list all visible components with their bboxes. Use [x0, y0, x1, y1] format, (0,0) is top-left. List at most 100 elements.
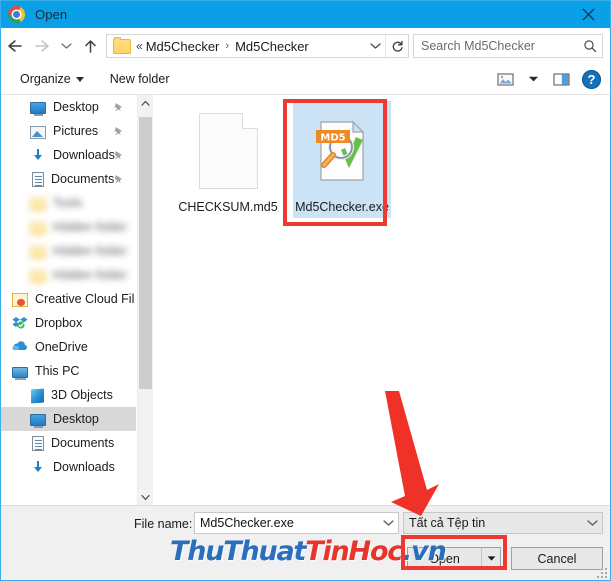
- sidebar-item-onedrive[interactable]: OneDrive: [0, 335, 136, 359]
- preview-pane-icon[interactable]: [548, 67, 574, 91]
- svg-text:MD5: MD5: [320, 133, 345, 144]
- open-button-group[interactable]: Open: [407, 547, 501, 570]
- open-split-triangle-down-icon[interactable]: [481, 547, 501, 570]
- sidebar-item-documents[interactable]: Documents: [0, 167, 136, 191]
- file-type-filter-combo[interactable]: Tất cả Tệp tin: [403, 512, 603, 534]
- sidebar-item-label: Documents: [51, 436, 115, 450]
- sidebar-item-label: Dropbox: [35, 316, 83, 330]
- search-icon: [578, 39, 602, 53]
- sidebar-item-label: Desktop: [53, 412, 99, 426]
- file-item-checksum[interactable]: CHECKSUM.md5: [178, 101, 278, 214]
- sidebar-item-desktop[interactable]: Desktop: [0, 407, 136, 431]
- forward-arrow-icon[interactable]: [28, 31, 56, 61]
- folder-icon: [30, 197, 46, 211]
- breadcrumb-separator: ›: [225, 40, 230, 52]
- file-item-md5checker[interactable]: MD5 Md5Checker.exe: [293, 101, 391, 218]
- help-icon[interactable]: ?: [582, 69, 601, 89]
- sidebar-item-label: Hidden folder: [53, 220, 128, 234]
- breadcrumb-item-0[interactable]: Md5Checker: [146, 39, 220, 54]
- downloads-icon: [30, 459, 46, 475]
- sidebar-item-label: Creative Cloud Fil: [35, 292, 135, 306]
- navigation-bar: « Md5Checker › Md5Checker: [0, 28, 611, 64]
- sidebar-item-label: Hidden folder: [53, 244, 128, 258]
- filename-combo[interactable]: [194, 512, 399, 534]
- navigation-pane[interactable]: Desktop Pictures Downloads Documents Too…: [0, 95, 137, 505]
- up-arrow-icon[interactable]: [76, 31, 104, 61]
- sidebar-item-dropbox[interactable]: Dropbox: [0, 311, 136, 335]
- recent-locations-chevron-down-icon[interactable]: [56, 31, 76, 61]
- sidebar-item-label: Downloads: [53, 148, 115, 162]
- folder-icon: [30, 245, 46, 259]
- downloads-icon: [30, 147, 46, 163]
- sidebar-item-label: Hidden folder: [53, 268, 128, 282]
- documents-icon: [32, 436, 44, 451]
- scroll-down-chevron-down-icon[interactable]: [138, 489, 153, 505]
- search-box[interactable]: [413, 34, 603, 58]
- pin-icon[interactable]: [113, 150, 124, 161]
- pictures-icon: [30, 125, 46, 139]
- cancel-button[interactable]: Cancel: [511, 547, 603, 570]
- sidebar-item-pictures[interactable]: Pictures: [0, 119, 136, 143]
- pin-icon[interactable]: [113, 102, 124, 113]
- change-view-icon[interactable]: [492, 67, 518, 91]
- pin-icon[interactable]: [113, 174, 124, 185]
- pin-icon[interactable]: [113, 126, 124, 137]
- sidebar-item-redacted-2[interactable]: Hidden folder: [0, 239, 136, 263]
- new-folder-label: New folder: [109, 72, 170, 86]
- sidebar-item-this-pc[interactable]: This PC: [0, 359, 136, 383]
- sidebar-item-redacted-3[interactable]: Hidden folder: [0, 263, 136, 287]
- creative-cloud-icon: [12, 292, 28, 307]
- dialog-body: Desktop Pictures Downloads Documents Too…: [0, 95, 611, 505]
- open-button[interactable]: Open: [407, 547, 481, 570]
- scroll-up-chevron-up-icon[interactable]: [138, 95, 153, 111]
- filename-row: File name: Tất cả Tệp tin: [0, 512, 611, 536]
- sidebar-item-label: OneDrive: [35, 340, 88, 354]
- sidebar-item-3d-objects[interactable]: 3D Objects: [0, 383, 136, 407]
- back-arrow-icon[interactable]: [0, 31, 28, 61]
- command-bar-right: ?: [492, 67, 601, 91]
- sidebar-item-label: This PC: [35, 364, 80, 378]
- folder-icon: [30, 221, 46, 235]
- address-chevron-down-icon[interactable]: [365, 35, 385, 57]
- sidebar-item-downloads[interactable]: Downloads: [0, 143, 136, 167]
- file-list[interactable]: CHECKSUM.md5 MD5 Md5Checker.exe: [153, 95, 611, 505]
- breadcrumb-overflow[interactable]: «: [136, 39, 143, 53]
- sidebar-item-desktop-quick[interactable]: Desktop: [0, 95, 136, 119]
- this-pc-icon: [12, 366, 28, 380]
- breadcrumb-item-1[interactable]: Md5Checker: [235, 39, 309, 54]
- window-title: Open: [35, 6, 68, 22]
- title-bar: Open: [0, 0, 611, 28]
- sidebar-item-label: Tools: [53, 196, 83, 210]
- address-bar[interactable]: « Md5Checker › Md5Checker: [106, 34, 409, 58]
- sidebar-item-label: 3D Objects: [51, 388, 113, 402]
- refresh-icon[interactable]: [385, 35, 408, 57]
- filename-chevron-down-icon[interactable]: [378, 513, 398, 533]
- sidebar-item-creative-cloud-files[interactable]: Creative Cloud Fil: [0, 287, 136, 311]
- sidebar-item-redacted-1[interactable]: Hidden folder: [0, 215, 136, 239]
- sidebar-item-downloads-pc[interactable]: Downloads: [0, 455, 136, 479]
- sidebar-item-redacted-0[interactable]: Tools: [0, 191, 136, 215]
- desktop-icon: [30, 414, 46, 428]
- breadcrumb: « Md5Checker › Md5Checker: [136, 39, 365, 54]
- filter-chevron-down-icon[interactable]: [582, 513, 602, 533]
- organize-label: Organize: [20, 72, 71, 86]
- search-input[interactable]: [414, 38, 578, 54]
- organize-button[interactable]: Organize: [14, 69, 90, 89]
- filename-label: File name:: [134, 517, 193, 531]
- navigation-pane-scrollbar[interactable]: [137, 95, 153, 505]
- md5checker-app-icon: MD5: [307, 105, 377, 197]
- dialog-footer: File name: Tất cả Tệp tin Open: [0, 505, 611, 581]
- file-item-label: CHECKSUM.md5: [178, 200, 278, 214]
- new-folder-button[interactable]: New folder: [104, 69, 176, 89]
- resize-grip-icon[interactable]: [597, 568, 608, 579]
- filename-input[interactable]: [195, 515, 378, 531]
- documents-icon: [32, 172, 44, 187]
- scrollbar-thumb[interactable]: [139, 117, 152, 389]
- view-chevron-down-icon[interactable]: [520, 67, 546, 91]
- open-file-dialog: Open « Md5Checker › Md5Checker Search Md…: [0, 0, 611, 581]
- chevron-down-icon: [75, 76, 84, 82]
- chrome-logo-icon: [8, 5, 25, 23]
- sidebar-item-documents-pc[interactable]: Documents: [0, 431, 136, 455]
- close-icon[interactable]: [565, 0, 611, 28]
- blank-document-icon: [193, 105, 263, 197]
